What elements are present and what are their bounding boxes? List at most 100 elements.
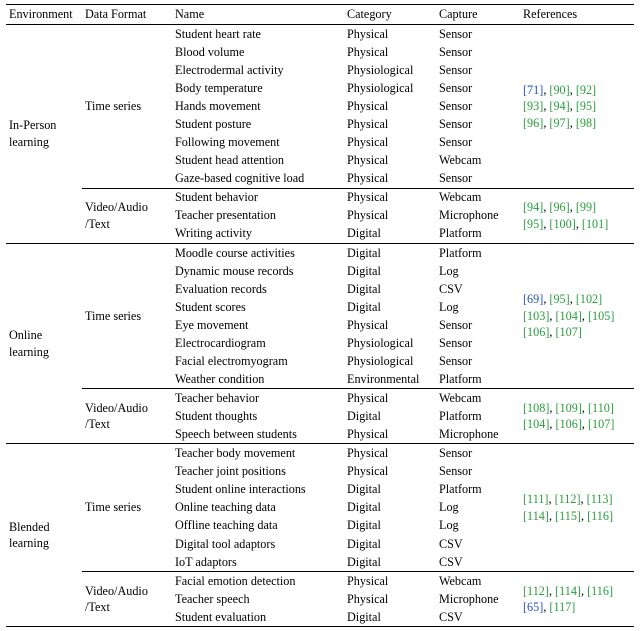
environment-label: In-Personlearning (6, 25, 82, 244)
references-cell: [111], [112], [113][114], [115], [116] (520, 444, 634, 571)
measurement-name: Teacher joint positions (172, 463, 344, 481)
data-format-label: Video/Audio/Text (82, 571, 172, 626)
capture-value: Sensor (436, 43, 520, 61)
data-format-label: Time series (82, 444, 172, 571)
citation-link[interactable]: [106] (523, 325, 549, 339)
category-value: Physical (344, 43, 436, 61)
measurement-name: Student scores (172, 298, 344, 316)
category-value: Physical (344, 444, 436, 463)
category-value: Digital (344, 553, 436, 572)
citation-link[interactable]: [90] (549, 83, 569, 97)
category-value: Digital (344, 535, 436, 553)
capture-value: Log (436, 262, 520, 280)
citation-link[interactable]: [113] (587, 492, 613, 506)
capture-value: Microphone (436, 207, 520, 225)
measurement-name: Student evaluation (172, 608, 344, 627)
citation-link[interactable]: [109] (556, 401, 582, 415)
table-row: Video/Audio/TextTeacher behaviorPhysical… (6, 389, 634, 408)
environment-label: Blendedlearning (6, 444, 82, 627)
col-header-data-format: Data Format (82, 5, 172, 25)
references-cell: [112], [114], [116][65], [117] (520, 571, 634, 626)
citation-link[interactable]: [94] (549, 99, 569, 113)
measurement-name: Moodle course activities (172, 243, 344, 262)
citation-link[interactable]: [115] (555, 509, 581, 523)
citation-link[interactable]: [104] (523, 417, 549, 431)
citation-link[interactable]: [102] (576, 292, 602, 306)
measurement-name: Writing activity (172, 225, 344, 244)
citation-link[interactable]: [98] (576, 116, 596, 130)
category-value: Physical (344, 207, 436, 225)
category-value: Physical (344, 97, 436, 115)
capture-value: Webcam (436, 571, 520, 590)
citation-link[interactable]: [116] (587, 509, 613, 523)
capture-value: Platform (436, 407, 520, 425)
category-value: Physical (344, 170, 436, 189)
measurement-name: Offline teaching data (172, 517, 344, 535)
category-value: Digital (344, 262, 436, 280)
capture-value: Log (436, 499, 520, 517)
capture-value: Sensor (436, 170, 520, 189)
citation-link[interactable]: [69] (523, 292, 543, 306)
category-value: Physical (344, 590, 436, 608)
table-row: Video/Audio/TextFacial emotion detection… (6, 571, 634, 590)
citation-link[interactable]: [114] (555, 584, 581, 598)
table-row: Video/Audio/TextStudent behaviorPhysical… (6, 188, 634, 207)
citation-link[interactable]: [65] (523, 600, 543, 614)
citation-link[interactable]: [101] (582, 217, 608, 231)
citation-link[interactable]: [114] (523, 509, 549, 523)
measurement-name: Gaze-based cognitive load (172, 170, 344, 189)
citation-link[interactable]: [99] (576, 200, 596, 214)
citation-link[interactable]: [97] (549, 116, 569, 130)
capture-value: Sensor (436, 25, 520, 44)
citation-link[interactable]: [96] (549, 200, 569, 214)
citation-link[interactable]: [107] (556, 325, 582, 339)
citation-link[interactable]: [107] (588, 417, 614, 431)
measurement-name: Teacher presentation (172, 207, 344, 225)
table-row: BlendedlearningTime seriesTeacher body m… (6, 444, 634, 463)
measurement-name: Online teaching data (172, 499, 344, 517)
citation-link[interactable]: [71] (523, 83, 543, 97)
capture-value: Log (436, 517, 520, 535)
capture-value: Microphone (436, 425, 520, 444)
citation-link[interactable]: [104] (556, 309, 582, 323)
capture-value: Sensor (436, 463, 520, 481)
measurement-name: IoT adaptors (172, 553, 344, 572)
category-value: Physical (344, 133, 436, 151)
citation-link[interactable]: [112] (523, 584, 549, 598)
data-modalities-table: Environment Data Format Name Category Ca… (6, 4, 634, 627)
citation-link[interactable]: [116] (587, 584, 613, 598)
citation-link[interactable]: [112] (555, 492, 581, 506)
category-value: Digital (344, 243, 436, 262)
citation-link[interactable]: [95] (549, 292, 569, 306)
measurement-name: Electrocardiogram (172, 334, 344, 352)
citation-link[interactable]: [92] (576, 83, 596, 97)
citation-link[interactable]: [108] (523, 401, 549, 415)
measurement-name: Following movement (172, 133, 344, 151)
citation-link[interactable]: [111] (523, 492, 549, 506)
measurement-name: Weather condition (172, 370, 344, 389)
category-value: Physical (344, 151, 436, 169)
measurement-name: Student thoughts (172, 407, 344, 425)
col-header-name: Name (172, 5, 344, 25)
citation-link[interactable]: [110] (588, 401, 614, 415)
citation-link[interactable]: [117] (549, 600, 575, 614)
data-format-label: Time series (82, 243, 172, 389)
category-value: Physiological (344, 79, 436, 97)
measurement-name: Student heart rate (172, 25, 344, 44)
citation-link[interactable]: [100] (549, 217, 575, 231)
citation-link[interactable]: [106] (556, 417, 582, 431)
capture-value: CSV (436, 280, 520, 298)
category-value: Physical (344, 316, 436, 334)
citation-link[interactable]: [95] (576, 99, 596, 113)
citation-link[interactable]: [94] (523, 200, 543, 214)
citation-link[interactable]: [93] (523, 99, 543, 113)
category-value: Physical (344, 188, 436, 207)
measurement-name: Digital tool adaptors (172, 535, 344, 553)
citation-link[interactable]: [103] (523, 309, 549, 323)
data-format-label: Video/Audio/Text (82, 188, 172, 243)
citation-link[interactable]: [95] (523, 217, 543, 231)
citation-link[interactable]: [105] (588, 309, 614, 323)
citation-link[interactable]: [96] (523, 116, 543, 130)
category-value: Physiological (344, 61, 436, 79)
capture-value: Sensor (436, 316, 520, 334)
